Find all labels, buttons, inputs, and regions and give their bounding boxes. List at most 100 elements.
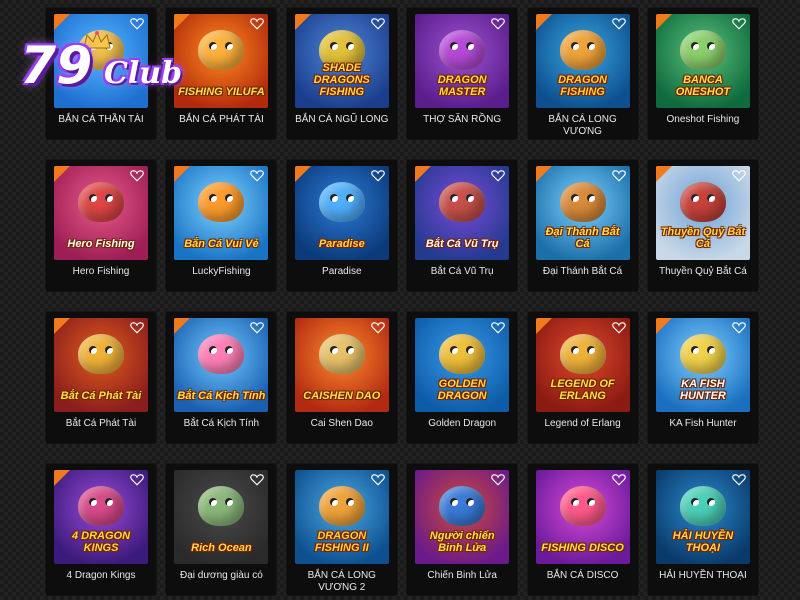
game-art-character — [318, 334, 365, 374]
game-card[interactable]: DRAGON MASTER THỢ SĂN RỒNG — [407, 8, 518, 139]
game-card[interactable]: GOLDEN DRAGON Golden Dragon — [407, 312, 518, 443]
favorite-heart-icon[interactable] — [611, 17, 626, 30]
game-card[interactable]: Rich Ocean Đại dương giàu có — [166, 464, 277, 595]
game-card[interactable]: Hero Fishing Hero Fishing — [46, 160, 156, 291]
game-thumbnail[interactable]: DRAGON MASTER — [415, 14, 510, 108]
game-name[interactable]: Bắt Cá Phát Tài — [48, 418, 154, 430]
game-thumbnail[interactable]: KA FISH HUNTER — [655, 318, 750, 412]
game-name[interactable]: LuckyFishing — [168, 266, 274, 278]
favorite-heart-icon[interactable] — [250, 321, 265, 334]
game-thumbnail[interactable]: GOLDEN DRAGON — [415, 318, 510, 412]
game-thumbnail[interactable]: CAISHEN DAO — [294, 318, 389, 412]
favorite-heart-icon[interactable] — [250, 17, 265, 30]
game-card[interactable]: Bắn Cá Vui Vẻ LuckyFishing — [166, 160, 277, 291]
game-card[interactable]: Bắt Cá Kịch Tính Bắt Cá Kịch Tính — [166, 312, 277, 443]
game-name[interactable]: BẮN CÁ PHÁT TÀI — [168, 114, 274, 126]
game-name[interactable]: Chiến Binh Lửa — [409, 570, 515, 582]
favorite-heart-icon[interactable] — [611, 169, 626, 182]
game-art-character — [679, 182, 726, 222]
favorite-heart-icon[interactable] — [491, 321, 505, 334]
game-thumbnail[interactable]: Bắt Cá Phát Tài — [54, 318, 148, 412]
game-art-character — [318, 486, 365, 526]
game-name[interactable]: 4 Dragon Kings — [48, 570, 154, 582]
favorite-heart-icon[interactable] — [130, 321, 144, 334]
favorite-heart-icon[interactable] — [611, 321, 626, 334]
game-card[interactable]: KA FISH HUNTER KA Fish Hunter — [647, 312, 758, 443]
game-name[interactable]: Đại Thánh Bắt Cá — [530, 266, 636, 278]
game-card[interactable]: BANCA ONESHOT Oneshot Fishing — [647, 8, 758, 139]
game-card[interactable]: HẢI HUYỀN THOẠI HẢI HUYỀN THOẠI — [647, 464, 758, 595]
game-name[interactable]: Thuyền Quỷ Bắt Cá — [650, 266, 756, 278]
game-card[interactable]: Thuyền Quỷ Bắt Cá Thuyền Quỷ Bắt Cá — [647, 160, 758, 291]
game-thumbnail[interactable]: Rich Ocean — [174, 470, 269, 564]
game-name[interactable]: Paradise — [289, 266, 395, 278]
game-name[interactable]: BẮN CÁ NGŨ LONG — [289, 114, 395, 126]
game-name[interactable]: Đại dương giàu có — [168, 570, 274, 582]
favorite-heart-icon[interactable] — [732, 17, 746, 30]
game-name[interactable]: Oneshot Fishing — [650, 114, 756, 126]
game-name[interactable]: HẢI HUYỀN THOẠI — [650, 570, 756, 582]
game-card[interactable]: Bắt Cá Vũ Trụ Bắt Cá Vũ Trụ — [407, 160, 518, 291]
game-thumbnail[interactable]: BANCA ONESHOT — [655, 14, 750, 108]
game-art-eye — [690, 498, 699, 506]
game-art-title: Bắt Cá Vũ Trụ — [425, 238, 499, 250]
game-card[interactable]: Paradise Paradise — [286, 160, 397, 291]
game-card[interactable]: Bắt Cá Phát Tài Bắt Cá Phát Tài — [46, 312, 156, 443]
game-card[interactable]: 4 DRAGON KINGS 4 Dragon Kings — [46, 464, 156, 595]
game-thumbnail[interactable]: Đại Thánh Bắt Cá — [535, 166, 630, 260]
favorite-heart-icon[interactable] — [370, 321, 385, 334]
game-name[interactable]: Cai Shen Dao — [289, 418, 395, 430]
favorite-heart-icon[interactable] — [370, 17, 385, 30]
game-thumbnail[interactable]: Bắt Cá Vũ Trụ — [415, 166, 510, 260]
favorite-heart-icon[interactable] — [491, 17, 505, 30]
game-name[interactable]: BẮN CÁ THẦN TÀI — [48, 114, 154, 126]
game-card[interactable]: LEGEND OF ERLANG Legend of Erlang — [527, 312, 638, 443]
hot-badge — [655, 318, 672, 334]
game-card[interactable]: SHADE DRAGONS FISHING BẮN CÁ NGŨ LONG — [286, 8, 397, 139]
favorite-heart-icon[interactable] — [130, 17, 144, 30]
game-name[interactable]: Legend of Erlang — [530, 418, 636, 430]
game-thumbnail[interactable]: 4 DRAGON KINGS — [54, 470, 148, 564]
favorite-heart-icon[interactable] — [732, 473, 746, 486]
game-thumbnail[interactable]: DRAGON FISHING II — [294, 470, 389, 564]
game-thumbnail[interactable]: Người chiến Binh Lửa — [415, 470, 510, 564]
game-name[interactable]: BẮN CÁ LONG VƯƠNG 2 — [289, 570, 395, 594]
game-thumbnail[interactable]: Bắt Cá Kịch Tính — [174, 318, 269, 412]
game-name[interactable]: Bắt Cá Kịch Tính — [168, 418, 274, 430]
game-thumbnail[interactable]: SHADE DRAGONS FISHING — [294, 14, 389, 108]
game-thumbnail[interactable]: Thuyền Quỷ Bắt Cá — [655, 166, 750, 260]
game-thumbnail[interactable]: DRAGON FISHING — [535, 14, 630, 108]
favorite-heart-icon[interactable] — [491, 473, 505, 486]
game-name[interactable]: BẮN CÁ DISCO — [530, 570, 636, 582]
game-thumbnail[interactable]: HẢI HUYỀN THOẠI — [655, 470, 750, 564]
favorite-heart-icon[interactable] — [370, 169, 385, 182]
favorite-heart-icon[interactable] — [250, 473, 265, 486]
game-card[interactable]: Người chiến Binh Lửa Chiến Binh Lửa — [407, 464, 518, 595]
game-card[interactable]: Đại Thánh Bắt Cá Đại Thánh Bắt Cá — [527, 160, 638, 291]
game-name[interactable]: Hero Fishing — [48, 266, 154, 278]
game-name[interactable]: KA Fish Hunter — [650, 418, 756, 430]
game-thumbnail[interactable]: LEGEND OF ERLANG — [535, 318, 630, 412]
favorite-heart-icon[interactable] — [250, 169, 265, 182]
game-card[interactable]: DRAGON FISHING II BẮN CÁ LONG VƯƠNG 2 — [286, 464, 397, 595]
favorite-heart-icon[interactable] — [732, 169, 746, 182]
game-name[interactable]: Bắt Cá Vũ Trụ — [409, 266, 515, 278]
game-name[interactable]: THỢ SĂN RỒNG — [409, 114, 515, 126]
game-thumbnail[interactable]: FISHING DISCO — [535, 470, 630, 564]
favorite-heart-icon[interactable] — [130, 169, 144, 182]
game-thumbnail[interactable]: Hero Fishing — [54, 166, 148, 260]
favorite-heart-icon[interactable] — [130, 473, 144, 486]
favorite-heart-icon[interactable] — [732, 321, 746, 334]
favorite-heart-icon[interactable] — [491, 169, 505, 182]
game-card[interactable]: FISHING DISCO BẮN CÁ DISCO — [527, 464, 638, 595]
favorite-heart-icon[interactable] — [370, 473, 385, 486]
game-thumbnail[interactable]: Paradise — [294, 166, 389, 260]
game-name[interactable]: BẮN CÁ LONG VƯƠNG — [530, 114, 636, 138]
game-card[interactable]: CAISHEN DAO Cai Shen Dao — [286, 312, 397, 443]
game-art-title: Đại Thánh Bắt Cá — [545, 226, 620, 250]
game-card[interactable]: DRAGON FISHING BẮN CÁ LONG VƯƠNG — [527, 8, 638, 139]
favorite-heart-icon[interactable] — [611, 473, 626, 486]
game-thumbnail[interactable]: Bắn Cá Vui Vẻ — [174, 166, 269, 260]
site-logo[interactable]: 79 Club — [12, 30, 202, 110]
game-name[interactable]: Golden Dragon — [409, 418, 515, 430]
